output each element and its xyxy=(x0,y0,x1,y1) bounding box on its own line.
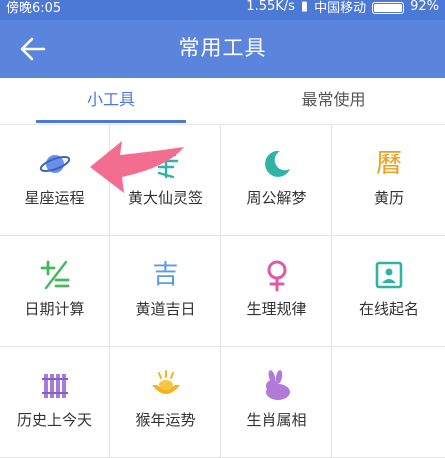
tool-label: 黄历 xyxy=(373,189,404,207)
tool-label: 黄道吉日 xyxy=(135,300,196,318)
status-right: 1.55K/s ▮ 中国移动 92% xyxy=(246,0,439,16)
network-speed: 1.55K/s xyxy=(246,0,295,14)
tools-grid: 星座运程 黄大仙灵签 周公解梦 曆 黄历 日期计算 吉 黄道吉日 生理规律 在线… xyxy=(0,125,445,458)
almanac-icon: 曆 xyxy=(375,149,402,179)
calculator-icon xyxy=(40,260,69,290)
tool-dream-interpretation[interactable]: 周公解梦 xyxy=(222,125,332,236)
empty-cell xyxy=(333,347,445,458)
tool-online-naming[interactable]: 在线起名 xyxy=(333,236,445,347)
battery-icon xyxy=(372,1,405,14)
tab-tools[interactable]: 小工具 xyxy=(0,78,222,124)
tab-bar: 小工具 最常使用 xyxy=(0,78,445,125)
tool-chinese-zodiac[interactable]: 生肖属相 xyxy=(222,347,332,458)
tab-most-used[interactable]: 最常使用 xyxy=(222,78,445,124)
tool-label: 星座运程 xyxy=(24,189,85,207)
tool-history-today[interactable]: 历史上今天 xyxy=(0,347,110,458)
status-bar: 傍晚6:05 1.55K/s ▮ 中国移动 92% xyxy=(0,0,445,20)
history-icon xyxy=(41,374,68,398)
gold-ingot-icon xyxy=(151,370,180,394)
tool-horoscope[interactable]: 星座运程 xyxy=(0,125,110,236)
tool-label: 生肖属相 xyxy=(246,411,307,429)
tool-fortune-slip[interactable]: 黄大仙灵签 xyxy=(111,125,221,236)
rabbit-icon xyxy=(265,370,290,400)
tool-almanac[interactable]: 曆 黄历 xyxy=(333,125,445,236)
page-title: 常用工具 xyxy=(178,36,267,60)
tool-menstrual-cycle[interactable]: 生理规律 xyxy=(222,236,332,347)
tool-label: 周公解梦 xyxy=(246,189,307,207)
carrier: 中国移动 xyxy=(314,1,367,16)
signal-icon: ▮ xyxy=(300,0,309,14)
auspicious-day-icon: 吉 xyxy=(152,260,179,290)
tool-label: 历史上今天 xyxy=(16,411,92,429)
tool-label: 猴年运势 xyxy=(135,411,196,429)
battery-level: 92% xyxy=(410,0,439,14)
tool-label: 生理规律 xyxy=(246,300,307,318)
planet-icon xyxy=(39,155,70,173)
status-time: 傍晚6:05 xyxy=(6,1,62,16)
tab-indicator xyxy=(36,120,186,123)
tool-label: 日期计算 xyxy=(24,300,85,318)
app-bar: 常用工具 xyxy=(0,20,445,78)
moon-icon xyxy=(264,150,290,177)
fortune-slip-icon xyxy=(153,153,178,179)
tool-auspicious-day[interactable]: 吉 黄道吉日 xyxy=(111,236,221,347)
name-card-icon xyxy=(375,261,403,289)
tool-label: 黄大仙灵签 xyxy=(127,189,203,207)
tool-date-calc[interactable]: 日期计算 xyxy=(0,236,110,347)
tool-monkey-year-fortune[interactable]: 猴年运势 xyxy=(111,347,221,458)
female-symbol-icon xyxy=(267,260,286,292)
tool-label: 在线起名 xyxy=(358,300,419,318)
